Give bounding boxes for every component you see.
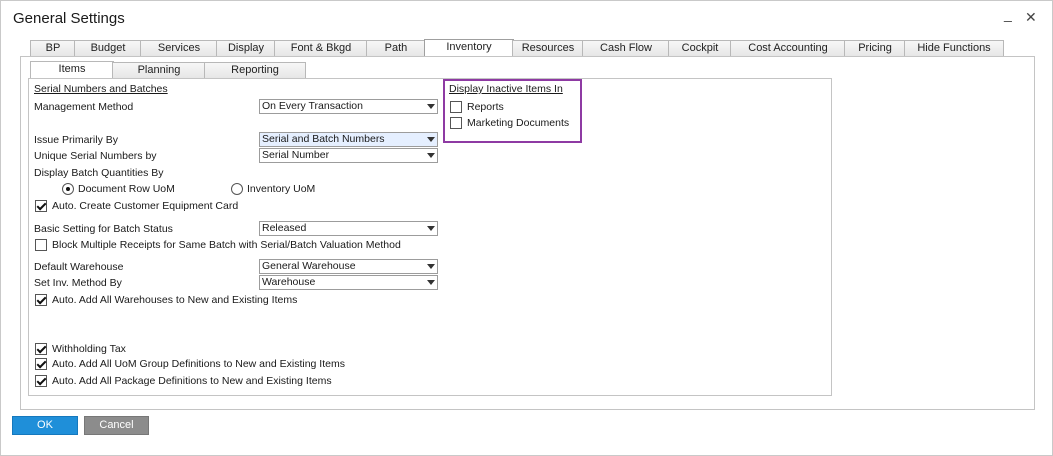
tab-font-bkgd[interactable]: Font & Bkgd (274, 40, 368, 56)
issue-primarily-label: Issue Primarily By (34, 134, 119, 146)
default-warehouse-label: Default Warehouse (34, 261, 124, 273)
issue-primarily-value: Serial and Batch Numbers (262, 133, 385, 145)
tab-path[interactable]: Path (366, 40, 426, 56)
tab-cockpit[interactable]: Cockpit (668, 40, 732, 56)
radio-inventory-uom[interactable] (231, 183, 243, 195)
management-method-select[interactable]: On Every Transaction (259, 99, 438, 114)
inventory-uom-label: Inventory UoM (247, 183, 316, 195)
title-bar: General Settings _ ✕ (1, 1, 1052, 35)
reports-label: Reports (467, 101, 504, 113)
items-panel (28, 78, 832, 396)
auto-add-package-checkbox[interactable] (35, 375, 47, 387)
chevron-down-icon (427, 280, 435, 285)
management-method-value: On Every Transaction (262, 100, 363, 112)
batch-status-value: Released (262, 222, 307, 234)
display-batch-qty-label: Display Batch Quantities By (34, 167, 164, 179)
minimize-button[interactable]: _ (1004, 6, 1012, 22)
auto-add-uom-label: Auto. Add All UoM Group Definitions to N… (52, 358, 345, 370)
cancel-button[interactable]: Cancel (84, 416, 149, 435)
default-warehouse-select[interactable]: General Warehouse (259, 259, 438, 274)
subtab-planning[interactable]: Planning (112, 62, 206, 78)
ok-button[interactable]: OK (12, 416, 78, 435)
tab-pricing[interactable]: Pricing (844, 40, 906, 56)
tab-cash-flow[interactable]: Cash Flow (582, 40, 670, 56)
default-warehouse-value: General Warehouse (262, 260, 356, 272)
set-inv-method-select[interactable]: Warehouse (259, 275, 438, 290)
issue-primarily-select[interactable]: Serial and Batch Numbers (259, 132, 438, 147)
auto-add-warehouses-checkbox[interactable] (35, 294, 47, 306)
block-multiple-receipts-label: Block Multiple Receipts for Same Batch w… (52, 239, 401, 251)
document-row-uom-label: Document Row UoM (78, 183, 175, 195)
chevron-down-icon (427, 137, 435, 142)
subtab-items[interactable]: Items (30, 61, 114, 79)
radio-document-row-uom[interactable] (62, 183, 74, 195)
marketing-documents-checkbox[interactable] (450, 117, 462, 129)
inactive-items-title: Display Inactive Items In (449, 83, 563, 95)
subtab-reporting[interactable]: Reporting (204, 62, 306, 78)
close-button[interactable]: ✕ (1025, 9, 1037, 26)
set-inv-method-label: Set Inv. Method By (34, 277, 122, 289)
unique-serial-value: Serial Number (262, 149, 330, 161)
management-method-label: Management Method (34, 101, 134, 113)
block-multiple-receipts-checkbox[interactable] (35, 239, 47, 251)
tab-bp[interactable]: BP (30, 40, 76, 56)
chevron-down-icon (427, 104, 435, 109)
window-title: General Settings (13, 10, 125, 27)
withholding-tax-checkbox[interactable] (35, 343, 47, 355)
tab-hide-functions[interactable]: Hide Functions (904, 40, 1004, 56)
serial-section-title: Serial Numbers and Batches (34, 83, 168, 95)
chevron-down-icon (427, 226, 435, 231)
auto-create-equipment-label: Auto. Create Customer Equipment Card (52, 200, 239, 212)
reports-checkbox[interactable] (450, 101, 462, 113)
batch-status-select[interactable]: Released (259, 221, 438, 236)
auto-add-package-label: Auto. Add All Package Definitions to New… (52, 375, 332, 387)
unique-serial-select[interactable]: Serial Number (259, 148, 438, 163)
auto-create-equipment-checkbox[interactable] (35, 200, 47, 212)
auto-add-warehouses-label: Auto. Add All Warehouses to New and Exis… (52, 294, 298, 306)
tab-services[interactable]: Services (140, 40, 218, 56)
chevron-down-icon (427, 264, 435, 269)
tab-cost-accounting[interactable]: Cost Accounting (730, 40, 846, 56)
tab-budget[interactable]: Budget (74, 40, 142, 56)
withholding-tax-label: Withholding Tax (52, 343, 126, 355)
tab-inventory[interactable]: Inventory (424, 39, 514, 57)
batch-status-label: Basic Setting for Batch Status (34, 223, 173, 235)
chevron-down-icon (427, 153, 435, 158)
tab-display[interactable]: Display (216, 40, 276, 56)
auto-add-uom-checkbox[interactable] (35, 358, 47, 370)
set-inv-method-value: Warehouse (262, 276, 316, 288)
marketing-documents-label: Marketing Documents (467, 117, 570, 129)
unique-serial-label: Unique Serial Numbers by (34, 150, 157, 162)
tab-resources[interactable]: Resources (512, 40, 584, 56)
